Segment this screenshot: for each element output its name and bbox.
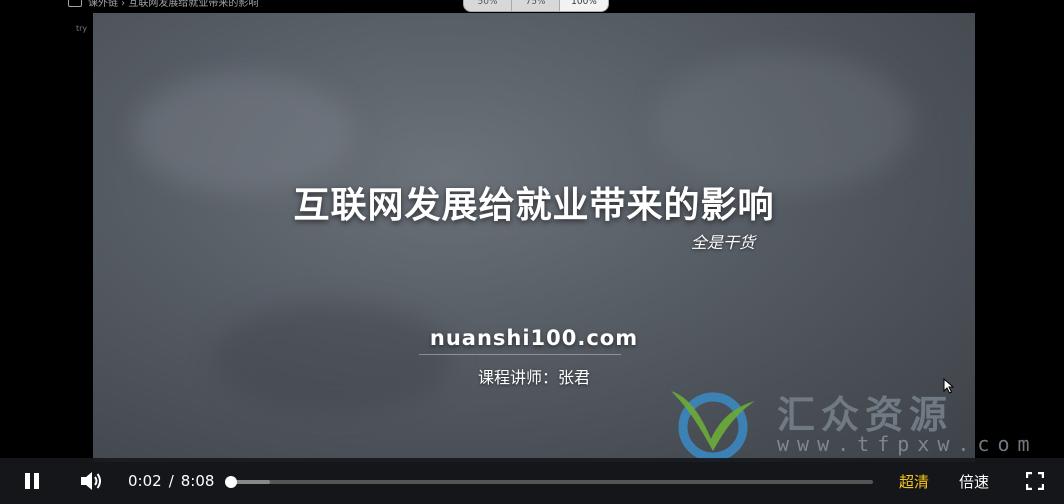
pause-button[interactable] — [20, 458, 44, 504]
slide-title: 互联网发展给就业带来的影响 — [293, 185, 775, 226]
quality-button[interactable]: 超清 — [899, 458, 929, 504]
window-title-text: 课外链 › 互联网发展给就业带来的影响 — [88, 0, 259, 9]
slide-website: nuanshi100.com — [429, 326, 639, 350]
time-display: 0:02 / 8:08 — [128, 458, 214, 504]
speed-button[interactable]: 倍速 — [959, 458, 989, 504]
window-subtitle: try — [76, 24, 88, 33]
zoom-option-100[interactable]: 100% — [560, 0, 608, 11]
watermark-name: 汇众资源 — [777, 393, 954, 437]
volume-icon — [81, 472, 101, 490]
time-separator: / — [168, 472, 174, 490]
divider — [419, 354, 621, 355]
progress-bar[interactable] — [224, 476, 873, 488]
document-icon — [68, 0, 82, 7]
zoom-option-75[interactable]: 75% — [512, 0, 560, 11]
fullscreen-icon — [1026, 472, 1044, 490]
mouse-cursor-icon — [943, 378, 955, 394]
chalk-smudge — [653, 53, 913, 193]
volume-button[interactable] — [78, 458, 104, 504]
watermark-url: www.tfpxw.com — [777, 432, 1038, 456]
progress-handle[interactable] — [224, 476, 237, 488]
zoom-selector[interactable]: 50% 75% 100% — [463, 0, 609, 12]
chalk-smudge — [133, 73, 353, 193]
slide-subtitle: 全是干货 — [691, 233, 756, 252]
chalk-smudge — [213, 303, 453, 413]
duration: 8:08 — [180, 472, 215, 490]
pause-icon-bar — [34, 473, 39, 489]
control-bar: 0:02 / 8:08 超清 倍速 — [0, 458, 1064, 504]
video-player[interactable]: 课外链 › 互联网发展给就业带来的影响 try 50% 75% 100% 互联网… — [0, 0, 1064, 504]
watermark-logo-icon — [671, 391, 755, 461]
zoom-option-50[interactable]: 50% — [464, 0, 512, 11]
pause-icon — [25, 473, 30, 489]
fullscreen-button[interactable] — [1024, 458, 1046, 504]
current-time: 0:02 — [128, 472, 162, 490]
window-title: 课外链 › 互联网发展给就业带来的影响 — [68, 0, 259, 9]
